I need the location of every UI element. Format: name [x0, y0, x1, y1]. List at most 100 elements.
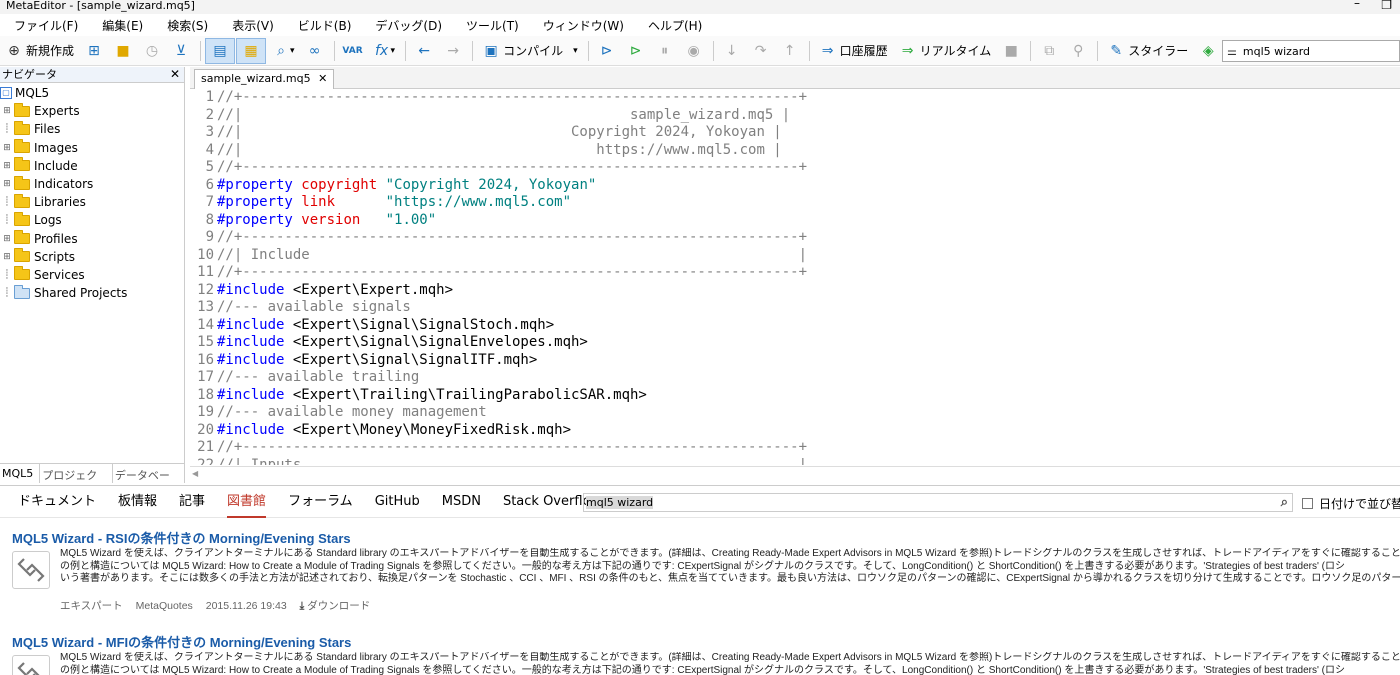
code-line[interactable]: 15 #include <Expert\Signal\SignalEnvelope… — [190, 334, 1400, 352]
result-title[interactable]: MQL5 Wizard - MFIの条件付きの Morning/Evening … — [12, 632, 351, 651]
toolbox-toggle-button[interactable]: ▦ — [236, 37, 267, 64]
binoculars-button[interactable]: ∞ — [301, 38, 329, 64]
download-link[interactable]: ⤓ ダウンロード — [300, 600, 381, 612]
code-line[interactable]: 5//+------------------------------------… — [190, 159, 1400, 177]
code-line[interactable]: 22//| Inputs | — [190, 457, 1400, 466]
code-line[interactable]: 8 #property version "1.00" — [190, 212, 1400, 230]
tree-item-profiles[interactable]: ⊞ Profiles — [0, 230, 184, 248]
code-line[interactable]: 14 #include <Expert\Signal\SignalStoch.mq… — [190, 317, 1400, 335]
history-back-button[interactable]: ◷ — [138, 38, 166, 64]
code-line[interactable]: 18 #include <Expert\Trailing\TrailingPara… — [190, 387, 1400, 405]
expand-icon[interactable]: ⊞ — [0, 143, 14, 153]
tree-item-services[interactable]: ┊ Services — [0, 266, 184, 284]
code-line[interactable]: 2//| sample_wizard.mq5 | — [190, 107, 1400, 125]
menu-edit[interactable]: 編集(E) — [102, 17, 143, 34]
nav-back-button[interactable]: ← — [410, 38, 438, 64]
sort-by-date-checkbox[interactable]: 日付けで並び替え — [1302, 495, 1400, 512]
tree-item-files[interactable]: ┊ Files — [0, 120, 184, 138]
library-search-input[interactable]: mql5 wizard ⌕ — [583, 493, 1293, 512]
start-history-button[interactable]: ⊳ — [622, 38, 650, 64]
square-button[interactable]: ■ — [997, 38, 1025, 64]
nav-tab-project[interactable]: プロジェクト — [40, 464, 113, 498]
code-line[interactable]: 21//+-----------------------------------… — [190, 439, 1400, 457]
open-button[interactable]: ■ — [109, 38, 137, 64]
download-button[interactable]: ⊻ — [167, 38, 195, 64]
menu-file[interactable]: ファイル(F) — [14, 17, 78, 34]
step-over-button[interactable]: ↷ — [747, 38, 775, 64]
code-line[interactable]: 1//+------------------------------------… — [190, 89, 1400, 107]
variable-button[interactable]: VAR — [339, 38, 367, 64]
nav-tab-database[interactable]: データベース — [113, 464, 185, 498]
tree-item-shared-projects[interactable]: ┊ Shared Projects — [0, 284, 184, 302]
checkbox-box[interactable] — [1302, 498, 1313, 509]
code-line[interactable]: 11//+-----------------------------------… — [190, 264, 1400, 282]
expand-icon[interactable]: ⊞ — [0, 252, 14, 262]
tab-library[interactable]: 図書館 — [227, 486, 267, 518]
tab-github[interactable]: GitHub — [375, 486, 420, 518]
code-line[interactable]: 19//--- available money management — [190, 404, 1400, 422]
restore-button[interactable]: ❐ — [1381, 0, 1392, 11]
add-button[interactable]: ⊞ — [80, 38, 108, 64]
compile-button[interactable]: ▣ コンパイル ▾ — [477, 38, 583, 64]
editor-tab[interactable]: sample_wizard.mq5 ✕ — [194, 69, 335, 89]
tab-forum[interactable]: フォーラム — [288, 486, 353, 518]
navigator-toggle-button[interactable]: ▤ — [205, 37, 236, 64]
start-debug-button[interactable]: ⊳ — [593, 38, 621, 64]
find-button[interactable]: ⌕ ▾ — [267, 38, 300, 64]
tab-articles[interactable]: 記事 — [179, 486, 205, 518]
result-author[interactable]: MetaQuotes — [136, 600, 193, 612]
history-data-button[interactable]: ⇒ 口座履歴 — [814, 38, 893, 64]
expand-icon[interactable]: ⊞ — [0, 179, 14, 189]
toolbar-search-input[interactable]: mql5 wizard — [1243, 45, 1310, 58]
close-icon[interactable]: ✕ — [318, 72, 327, 85]
tab-board[interactable]: 板情報 — [118, 486, 157, 518]
tab-msdn[interactable]: MSDN — [442, 486, 481, 518]
tree-item-scripts[interactable]: ⊞ Scripts — [0, 248, 184, 266]
menu-search[interactable]: 検索(S) — [167, 17, 208, 34]
expand-icon[interactable]: ⊞ — [0, 106, 14, 116]
nav-forward-button[interactable]: → — [439, 38, 467, 64]
close-icon[interactable]: ✕ — [170, 67, 180, 82]
menu-debug[interactable]: デバッグ(D) — [375, 17, 442, 34]
menu-build[interactable]: ビルド(B) — [298, 17, 352, 34]
function-button[interactable]: fx ▾ — [368, 38, 401, 64]
expand-icon[interactable]: ⊞ — [0, 161, 14, 171]
result-title[interactable]: MQL5 Wizard - RSIの条件付きの Morning/Evening … — [12, 528, 351, 547]
code-line[interactable]: 20 #include <Expert\Money\MoneyFixedRisk.… — [190, 422, 1400, 440]
tree-item-images[interactable]: ⊞ Images — [0, 139, 184, 157]
code-line[interactable]: 4//| https://www.mql5.com | — [190, 142, 1400, 160]
search-icon[interactable]: ⌕ — [1281, 494, 1288, 511]
scroll-left-icon[interactable]: ◀ — [192, 469, 198, 478]
result-category[interactable]: エキスパート — [60, 600, 123, 612]
copy-button[interactable]: ⧉ — [1035, 38, 1063, 64]
nav-tab-mql5[interactable]: MQL5 — [0, 464, 41, 483]
step-into-button[interactable]: ↓ — [718, 38, 746, 64]
marketplace-button[interactable]: ◈ — [1194, 38, 1222, 64]
horizontal-scrollbar[interactable]: ◀ — [190, 466, 1400, 482]
code-line[interactable]: 10//| Include | — [190, 247, 1400, 265]
code-line[interactable]: 7 #property link "https://www.mql5.com" — [190, 194, 1400, 212]
menu-view[interactable]: 表示(V) — [232, 17, 274, 34]
tab-documents[interactable]: ドキュメント — [18, 486, 96, 518]
menu-window[interactable]: ウィンドウ(W) — [543, 17, 624, 34]
code-line[interactable]: 3//| Copyright 2024, Yokoyan | — [190, 124, 1400, 142]
tree-item-include[interactable]: ⊞ Include — [0, 157, 184, 175]
pause-button[interactable]: ⏸ — [651, 38, 679, 64]
menu-tools[interactable]: ツール(T) — [466, 17, 519, 34]
stop-button[interactable]: ◉ — [680, 38, 708, 64]
tree-root[interactable]: ▢ MQL5 — [0, 84, 184, 102]
styler-button[interactable]: ✎ スタイラー — [1102, 38, 1193, 64]
step-out-button[interactable]: ↑ — [776, 38, 804, 64]
menu-help[interactable]: ヘルプ(H) — [648, 17, 702, 34]
code-line[interactable]: 12 #include <Expert\Expert.mqh> — [190, 282, 1400, 300]
code-line[interactable]: 6 #property copyright "Copyright 2024, Yo… — [190, 177, 1400, 195]
compare-button[interactable]: ⚲ — [1064, 38, 1092, 64]
tree-item-libraries[interactable]: ┊ Libraries — [0, 193, 184, 211]
realtime-button[interactable]: ⇒ リアルタイム — [894, 38, 997, 64]
toolbar-search[interactable]: ⚌ mql5 wizard — [1222, 40, 1400, 62]
code-editor[interactable]: 1//+------------------------------------… — [190, 89, 1400, 465]
tree-item-indicators[interactable]: ⊞ Indicators — [0, 175, 184, 193]
tree-item-logs[interactable]: ┊ Logs — [0, 211, 184, 229]
code-line[interactable]: 16 #include <Expert\Signal\SignalITF.mqh> — [190, 352, 1400, 370]
code-line[interactable]: 9//+------------------------------------… — [190, 229, 1400, 247]
